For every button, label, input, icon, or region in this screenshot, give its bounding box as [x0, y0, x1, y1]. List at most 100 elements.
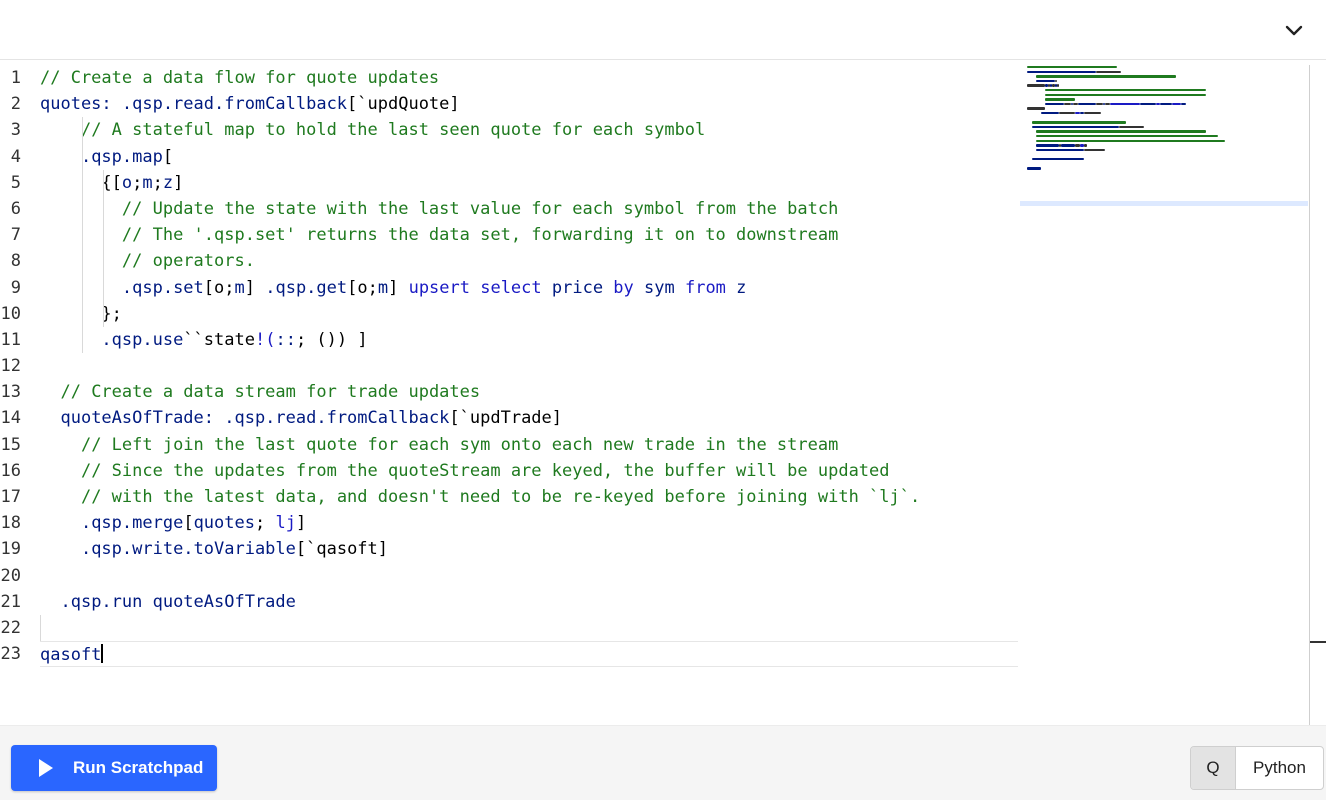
indent-guide [103, 169, 104, 196]
language-option-q[interactable]: Q [1191, 747, 1236, 789]
indent-guide [103, 300, 104, 327]
code-token: qasoft [40, 645, 102, 666]
minimap-token [1056, 84, 1060, 87]
code-line[interactable]: // Since the updates from the quoteStrea… [40, 458, 1018, 484]
code-line[interactable] [40, 563, 1018, 589]
indent-guide [82, 143, 83, 170]
code-token: ] [295, 513, 307, 534]
code-line[interactable]: // The '.qsp.set' returns the data set, … [40, 222, 1018, 249]
minimap-token [1027, 167, 1041, 170]
indent-guide [82, 195, 83, 223]
line-number-gutter: 1 2 3 4 5 6 7 8 9 10 11 12 13 14 15 16 17 18 19 20 21 22 23 [0, 65, 30, 667]
line-number: 1 [10, 68, 21, 88]
code-line[interactable]: // with the latest data, and doesn't nee… [40, 484, 1018, 510]
minimap-token [1063, 102, 1071, 106]
line-number: 15 [0, 434, 21, 455]
minimap-token [1054, 79, 1057, 83]
code-line[interactable]: // operators. [40, 248, 1018, 275]
code-token: // with the latest data, and doesn't nee… [80, 487, 921, 507]
code-token: .qsp.use [101, 329, 184, 350]
line-number: 22 [0, 617, 21, 638]
code-line[interactable]: .qsp.merge[quotes; lj] [40, 510, 1018, 536]
line-number: 10 [0, 303, 21, 324]
code-line[interactable]: // Create a data stream for trade update… [40, 379, 1018, 405]
code-token: [ [183, 513, 194, 534]
minimap[interactable] [1020, 65, 1310, 725]
code-line[interactable]: // Create a data flow for quote updates [40, 65, 1018, 91]
code-token: [o; [203, 277, 235, 298]
scrollbar-marker[interactable] [1310, 641, 1326, 643]
code-token: :: [275, 329, 296, 350]
minimap-token [1077, 102, 1096, 106]
minimap-token [1118, 125, 1145, 129]
code-token: [`updQuote] [347, 94, 460, 115]
code-token: .qsp.set [121, 277, 204, 298]
minimap-token [1036, 130, 1207, 133]
code-token: z [725, 277, 747, 298]
code-line[interactable]: quoteAsOfTrade: .qsp.read.fromCallback[`… [40, 405, 1018, 431]
minimap-token [1061, 144, 1076, 147]
code-token: // Update the state with the last value … [121, 198, 839, 219]
code-line[interactable]: // A stateful map to hold the last seen … [40, 117, 1018, 144]
code-line[interactable]: .qsp.set[o;m] .qsp.get[o;m] upsert selec… [40, 274, 1018, 301]
code-line[interactable] [40, 353, 1018, 379]
minimap-line [1020, 166, 1309, 171]
run-scratchpad-button[interactable]: Run Scratchpad [11, 745, 217, 791]
minimap-token [1036, 135, 1218, 138]
code-line[interactable]: .qsp.map[ [40, 143, 1018, 170]
code-token: ; [132, 172, 143, 193]
code-token: ; [152, 172, 163, 193]
code-token: .qsp.run quoteAsOfTrade [60, 591, 296, 612]
minimap-token [1031, 157, 1085, 161]
code-line[interactable]: // Update the state with the last value … [40, 195, 1018, 223]
language-toggle[interactable]: Q Python [1190, 746, 1324, 790]
minimap-token [1045, 89, 1207, 92]
minimap-token [1072, 102, 1078, 106]
line-number: 8 [10, 251, 21, 272]
code-token: [ [162, 146, 174, 167]
code-line[interactable]: }; [40, 300, 1018, 327]
minimap-token [1036, 75, 1177, 78]
code-token: ; [254, 513, 276, 534]
code-token: [`updTrade] [449, 408, 563, 429]
code-line[interactable]: // Left join the last quote for each sym… [40, 432, 1018, 458]
code-line[interactable]: {[o;m;z] [40, 169, 1018, 196]
top-bar [0, 0, 1326, 60]
line-number: 14 [0, 408, 21, 429]
code-line[interactable]: qasoft [40, 641, 1018, 668]
minimap-token [1036, 144, 1060, 147]
code-line[interactable]: .qsp.write.toVariable[`qasoft] [40, 536, 1018, 562]
code-line[interactable]: .qsp.use``state!(::; ()) ] [40, 326, 1018, 354]
code-area[interactable]: // Create a data flow for quote updates q… [40, 65, 1018, 668]
code-token: {[ [40, 172, 122, 193]
code-token: // Create a data flow for quote updates [40, 68, 440, 88]
code-token: lj [275, 513, 296, 534]
code-token: ] [388, 277, 409, 298]
minimap-token [1036, 139, 1225, 142]
language-option-python[interactable]: Python [1236, 747, 1323, 789]
code-editor[interactable]: 1 2 3 4 5 6 7 8 9 10 11 12 13 14 15 16 17 18 19 20 21 22 23 //… [0, 61, 1326, 725]
code-line[interactable] [40, 614, 1018, 642]
line-number: 16 [0, 460, 21, 481]
code-token: // operators. [121, 251, 255, 272]
code-token: ] [173, 172, 184, 193]
code-line[interactable]: .qsp.run quoteAsOfTrade [40, 589, 1018, 615]
code-token: m [142, 172, 153, 193]
code-token: [`qasoft] [295, 539, 389, 560]
code-token: quoteAsOfTrade: .qsp.read.fromCallback [60, 408, 450, 429]
minimap-token [1031, 125, 1119, 129]
code-token: m [377, 277, 389, 298]
line-number: 12 [0, 356, 21, 377]
line-number: 23 [0, 644, 21, 665]
minimap-token [1096, 70, 1122, 74]
code-token: // Create a data stream for trade update… [60, 382, 481, 403]
chevron-down-icon[interactable] [1284, 22, 1304, 40]
code-line[interactable]: quotes: .qsp.read.fromCallback[`updQuote… [40, 91, 1018, 117]
